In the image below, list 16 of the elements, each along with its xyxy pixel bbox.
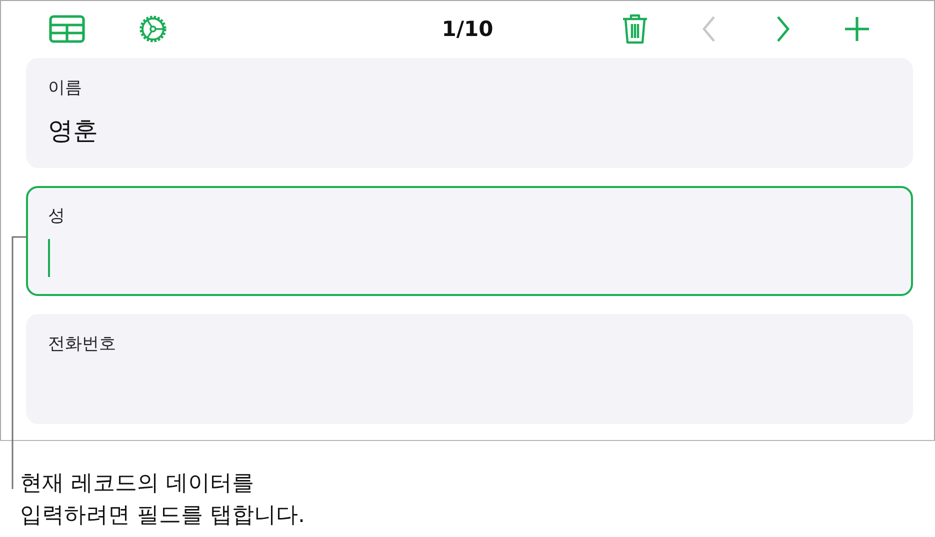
field-label: 성 bbox=[48, 205, 66, 227]
chevron-left-icon bbox=[701, 14, 717, 42]
record-counter: 1/10 bbox=[442, 16, 494, 40]
text-cursor bbox=[48, 239, 50, 277]
plus-icon bbox=[844, 16, 870, 42]
field-value: 영훈 bbox=[48, 114, 98, 146]
field-label: 전화번호 bbox=[48, 333, 117, 355]
table-view-button[interactable] bbox=[49, 14, 85, 42]
chevron-right-icon bbox=[775, 14, 791, 42]
callout-text: 현재 레코드의 데이터를 입력하려면 필드를 탭합니다. bbox=[20, 470, 305, 530]
form-field[interactable]: 성 bbox=[26, 186, 913, 296]
form-field[interactable]: 전화번호 bbox=[26, 314, 913, 424]
field-label: 이름 bbox=[48, 77, 83, 99]
trash-icon bbox=[621, 12, 649, 44]
table-icon bbox=[49, 14, 85, 42]
form-field[interactable]: 이름 영훈 bbox=[26, 58, 913, 168]
